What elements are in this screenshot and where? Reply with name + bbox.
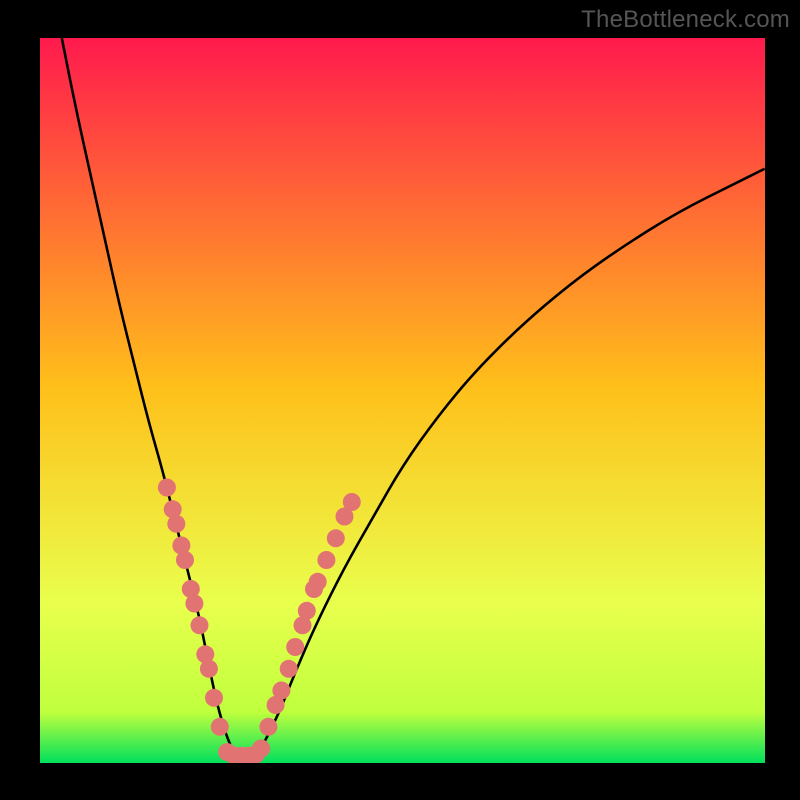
data-dot: [309, 573, 327, 591]
data-dot: [317, 551, 335, 569]
data-dot: [280, 660, 298, 678]
gradient-background: [40, 38, 765, 763]
chart-frame: TheBottleneck.com: [0, 0, 800, 800]
data-dot: [259, 718, 277, 736]
watermark-text: TheBottleneck.com: [581, 6, 790, 34]
data-dot: [247, 745, 265, 763]
data-dot: [272, 682, 290, 700]
data-dot: [205, 689, 223, 707]
data-dot: [211, 718, 229, 736]
data-dot: [286, 638, 304, 656]
data-dot: [343, 493, 361, 511]
data-dot: [200, 660, 218, 678]
data-dot: [327, 529, 345, 547]
chart-svg: [40, 38, 765, 763]
data-dot: [158, 479, 176, 497]
data-dot: [185, 595, 203, 613]
data-dot: [176, 551, 194, 569]
plot-area: [40, 38, 765, 763]
data-dot: [191, 616, 209, 634]
data-dot: [298, 602, 316, 620]
data-dot: [167, 515, 185, 533]
